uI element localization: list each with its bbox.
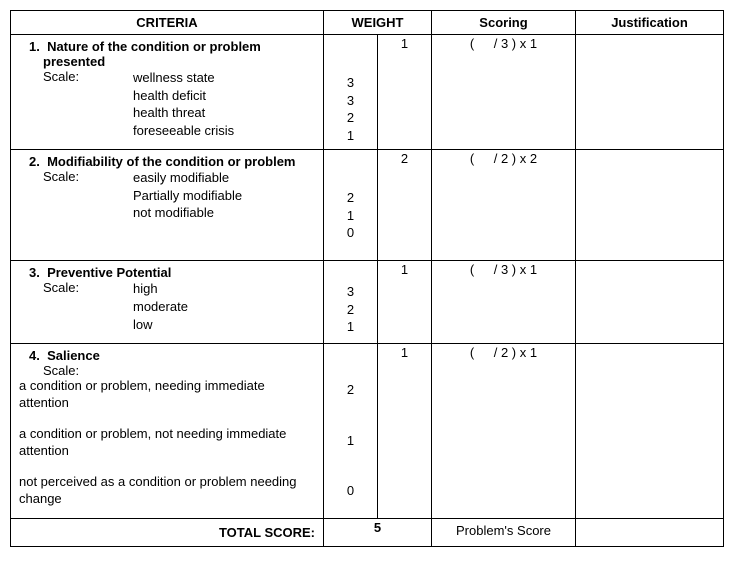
scale-item: moderate: [133, 298, 315, 316]
scale-item: Partially modifiable: [133, 187, 315, 205]
scoring-cell: ( / 2 ) x 1: [432, 344, 576, 519]
multiplier: 2: [378, 150, 432, 261]
scale-item: easily modifiable: [133, 169, 315, 187]
criteria-cell: 2. Modifiability of the condition or pro…: [11, 150, 324, 261]
weight-values: 210: [324, 150, 378, 261]
header-weight: WEIGHT: [324, 11, 432, 35]
criteria-table: CRITERIA WEIGHT Scoring Justification 1.…: [10, 10, 724, 547]
salience-line: not perceived as a condition or problem …: [19, 474, 315, 508]
criteria-title: 1. Nature of the condition or problem pr…: [29, 39, 315, 69]
multiplier: 1: [378, 261, 432, 344]
criteria-cell: 1. Nature of the condition or problem pr…: [11, 35, 324, 150]
justification-cell: [576, 35, 724, 150]
scale-item: health deficit: [133, 87, 315, 105]
total-label: TOTAL SCORE:: [11, 519, 324, 547]
problem-score: Problem's Score: [432, 519, 576, 547]
total-value: 5: [324, 519, 432, 547]
scoring-cell: ( / 3 ) x 1: [432, 261, 576, 344]
salience-line: a condition or problem, needing immediat…: [19, 378, 315, 412]
scale-item: high: [133, 280, 315, 298]
table-row: 1. Nature of the condition or problem pr…: [11, 35, 724, 150]
scale-item: not modifiable: [133, 204, 315, 222]
total-row: TOTAL SCORE: 5 Problem's Score: [11, 519, 724, 547]
table-row: 4. Salience Scale: a condition or proble…: [11, 344, 724, 519]
scale-label: Scale:: [29, 280, 133, 333]
scale-item: wellness state: [133, 69, 315, 87]
criteria-title: 3. Preventive Potential: [29, 265, 315, 280]
criteria-cell: 3. Preventive Potential Scale: highmoder…: [11, 261, 324, 344]
multiplier: 1: [378, 35, 432, 150]
weight-values: 321: [324, 261, 378, 344]
header-scoring: Scoring: [432, 11, 576, 35]
salience-line: a condition or problem, not needing imme…: [19, 426, 315, 460]
justification-cell: [576, 261, 724, 344]
scale-item: foreseeable crisis: [133, 122, 315, 140]
table-row: 2. Modifiability of the condition or pro…: [11, 150, 724, 261]
scale-label: Scale:: [19, 363, 315, 378]
criteria-title: 2. Modifiability of the condition or pro…: [29, 154, 315, 169]
multiplier: 1: [378, 344, 432, 519]
weight-values: 3321: [324, 35, 378, 150]
justification-cell: [576, 344, 724, 519]
criteria-title: 4. Salience: [19, 348, 315, 363]
table-row: 3. Preventive Potential Scale: highmoder…: [11, 261, 724, 344]
scale-item: health threat: [133, 104, 315, 122]
justification-cell: [576, 150, 724, 261]
weight-values: 2 1 0: [324, 344, 378, 519]
criteria-cell: 4. Salience Scale: a condition or proble…: [11, 344, 324, 519]
scale-label: Scale:: [29, 69, 133, 139]
header-criteria: CRITERIA: [11, 11, 324, 35]
scoring-cell: ( / 2 ) x 2: [432, 150, 576, 261]
justification-cell: [576, 519, 724, 547]
scale-item: low: [133, 316, 315, 334]
header-justification: Justification: [576, 11, 724, 35]
scoring-cell: ( / 3 ) x 1: [432, 35, 576, 150]
header-row: CRITERIA WEIGHT Scoring Justification: [11, 11, 724, 35]
scale-label: Scale:: [29, 169, 133, 222]
